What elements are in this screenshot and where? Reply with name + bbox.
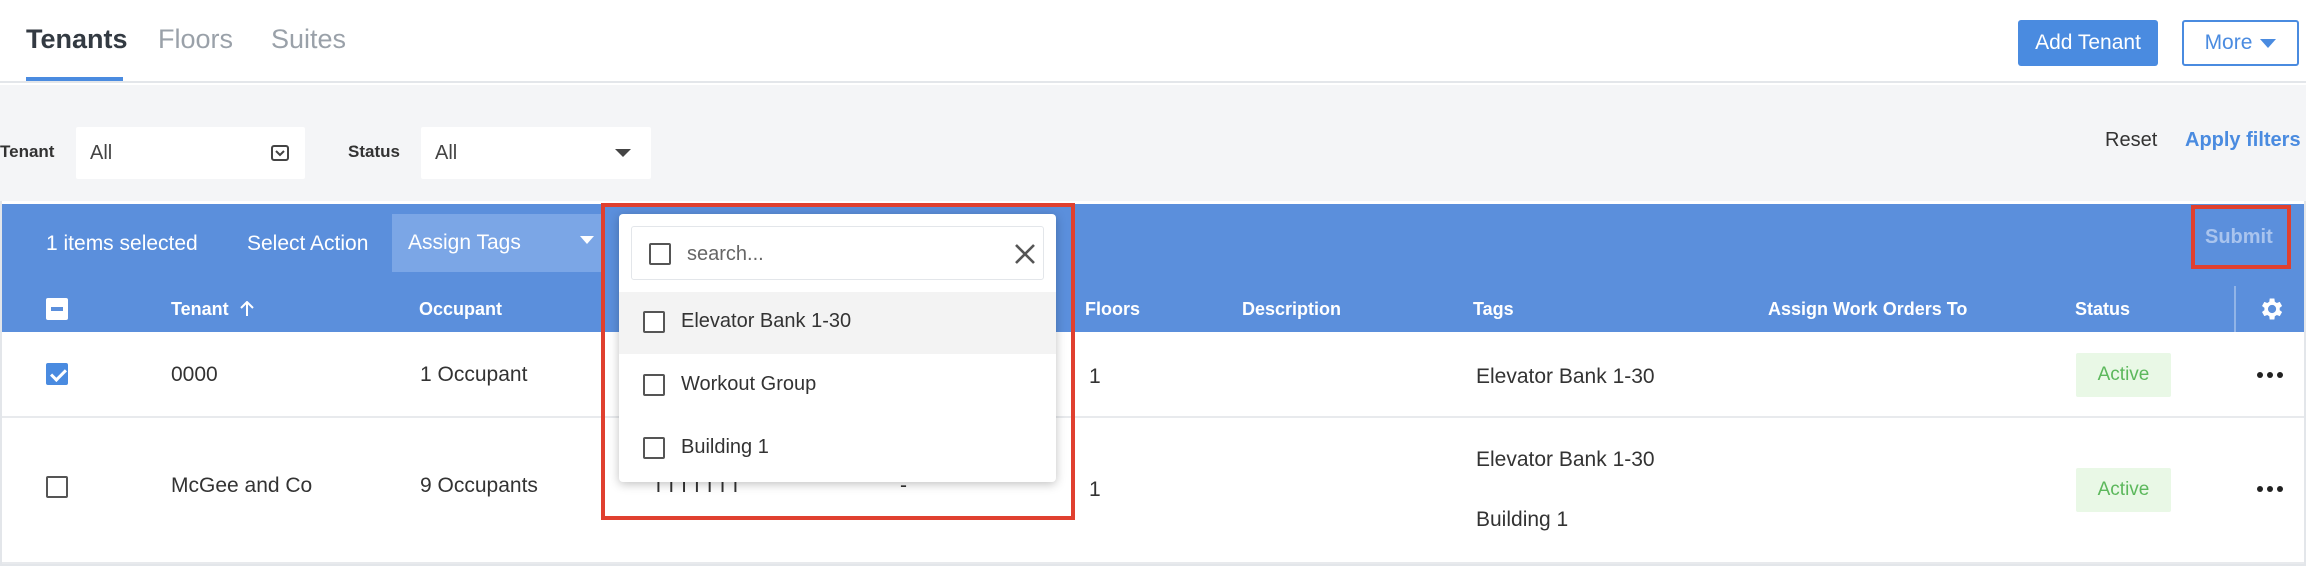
row-menu-icon[interactable] — [2257, 372, 2283, 378]
column-header-description: Description — [1242, 299, 1342, 319]
chevron-down-icon — [615, 149, 631, 157]
sort-arrow-up-icon — [239, 300, 254, 316]
caret-down-icon — [2260, 38, 2277, 48]
more-label: More — [2204, 31, 2253, 54]
tab-suites[interactable]: Suites — [271, 24, 346, 55]
tenant-filter-value: All — [90, 141, 113, 164]
assign-tags-select[interactable]: Assign Tags — [392, 214, 602, 272]
select-action-label: Select Action — [247, 232, 369, 255]
assign-tags-label: Assign Tags — [408, 231, 521, 254]
status-badge: Active — [2076, 468, 2171, 512]
active-tab-indicator — [26, 77, 123, 81]
floors-value: 1 — [1089, 365, 1101, 388]
tenant-name: McGee and Co — [171, 474, 313, 497]
tag-value: Building 1 — [1476, 508, 1569, 531]
reset-button[interactable]: Reset — [2105, 129, 2157, 152]
column-header-assign-work-orders: Assign Work Orders To — [1768, 299, 1968, 319]
tab-floors[interactable]: Floors — [158, 24, 233, 55]
calendar-icon — [271, 145, 289, 161]
column-header-tenant[interactable]: Tenant — [171, 299, 254, 320]
tab-bar: Tenants Floors Suites — [0, 0, 2306, 83]
selected-count: 1 items selected — [46, 232, 198, 255]
row-checkbox[interactable] — [46, 476, 68, 498]
tenant-filter-label: Tenant — [0, 142, 55, 161]
tab-tenants[interactable]: Tenants — [26, 24, 128, 55]
tenant-name: 0000 — [171, 363, 218, 386]
chevron-down-icon — [580, 236, 594, 244]
floors-value: 1 — [1089, 478, 1101, 501]
highlight-box-dropdown — [601, 203, 1075, 520]
table-row[interactable]: McGee and Co 9 Occupants TTTTTTT - 1 Ele… — [2, 418, 2304, 564]
column-header-status: Status — [2075, 299, 2131, 319]
filter-bar — [0, 85, 2306, 201]
column-header-floors: Floors — [1085, 299, 1141, 319]
select-all-checkbox[interactable] — [46, 298, 68, 320]
more-button[interactable]: More — [2182, 20, 2299, 66]
tag-value: Elevator Bank 1-30 — [1476, 448, 1655, 471]
status-filter-label: Status — [348, 142, 400, 161]
occupant-count: 9 Occupants — [420, 474, 538, 497]
column-header-occupant: Occupant — [419, 299, 503, 319]
status-badge: Active — [2076, 353, 2171, 397]
tenant-filter-select[interactable]: All — [76, 127, 305, 179]
status-filter-select[interactable]: All — [421, 127, 651, 179]
tag-value: Elevator Bank 1-30 — [1476, 365, 1655, 388]
status-filter-value: All — [435, 141, 458, 164]
column-header-tags: Tags — [1473, 299, 1514, 319]
column-settings-button[interactable] — [2234, 286, 2304, 332]
table-row[interactable]: 0000 1 Occupant 1 Elevator Bank 1-30 Act… — [2, 332, 2304, 418]
gear-icon — [2262, 298, 2283, 320]
row-checkbox[interactable] — [46, 363, 68, 385]
highlight-box-submit — [2191, 205, 2291, 269]
apply-filters-button[interactable]: Apply filters — [2185, 129, 2301, 152]
add-tenant-button[interactable]: Add Tenant — [2018, 20, 2158, 66]
occupant-count: 1 Occupant — [420, 363, 528, 386]
row-menu-icon[interactable] — [2257, 486, 2283, 492]
